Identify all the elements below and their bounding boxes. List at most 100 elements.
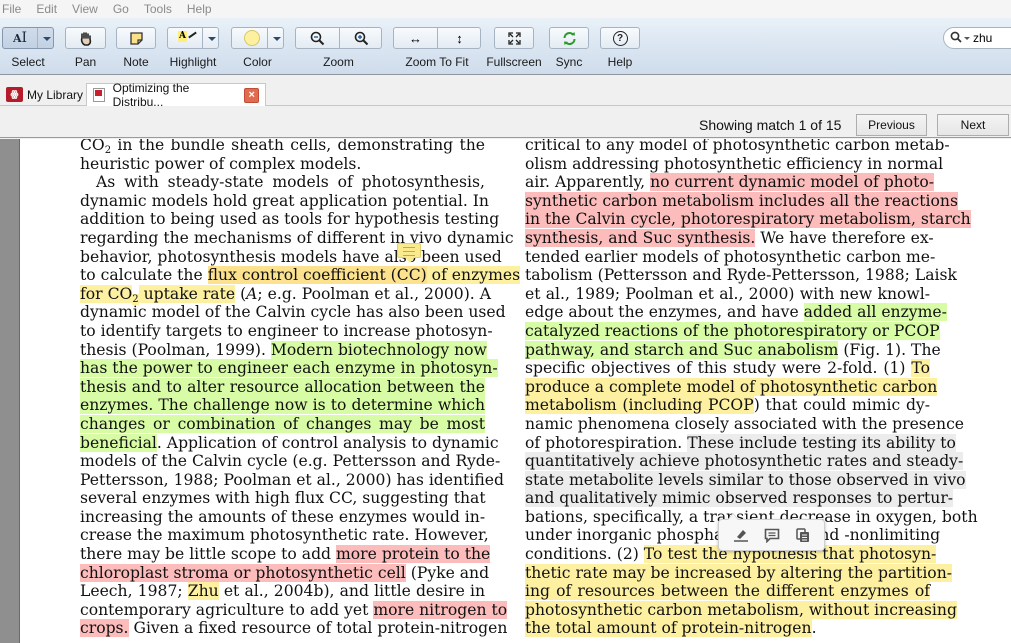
text-segment: contemporary agriculture to add yet xyxy=(80,600,374,619)
text-segment: conditions. (2) xyxy=(525,545,644,564)
text-line: thesis (Poolman, 1999). Modern biotechno… xyxy=(80,340,487,360)
select-tool-button[interactable]: AI xyxy=(2,27,54,49)
highlighted-text[interactable]: changes or combination of changes may be… xyxy=(80,414,485,433)
highlight-icon xyxy=(733,530,748,542)
highlighted-text[interactable]: Modern biotechnology now xyxy=(270,340,487,359)
menu-tools[interactable]: Tools xyxy=(144,2,172,16)
text-line: catalyzed reactions of the photorespirat… xyxy=(525,321,940,341)
fullscreen-button[interactable] xyxy=(494,27,534,49)
color-dropdown-icon[interactable] xyxy=(273,37,281,41)
highlighted-text[interactable]: chloroplast stroma or photosynthetic cel… xyxy=(80,563,406,582)
highlighted-text[interactable]: These include testing its ability to xyxy=(687,433,956,452)
text-segment: (Fig. 1). The xyxy=(838,340,941,359)
highlight-tool-button[interactable]: A xyxy=(167,27,219,49)
text-line: synthetic carbon metabolism includes all… xyxy=(525,191,958,211)
highlighted-text[interactable]: and qualitatively mimic observed respons… xyxy=(525,489,954,508)
highlighted-text[interactable]: for CO xyxy=(80,284,133,303)
highlighted-text[interactable]: To xyxy=(911,359,930,378)
highlighted-text[interactable]: synthetic carbon metabolism includes all… xyxy=(525,191,958,210)
text-line: heuristic power of complex models. xyxy=(80,155,485,174)
highlighted-text[interactable]: more nitrogen to xyxy=(373,600,508,619)
zoom-out-button[interactable] xyxy=(296,28,339,48)
highlighted-text[interactable]: uptake rate xyxy=(138,284,236,303)
text-segment: of photorespiration. xyxy=(525,433,688,452)
color-tool-button[interactable] xyxy=(231,27,284,49)
highlighter-icon: A xyxy=(178,31,187,42)
highlighted-text[interactable]: of enzymes xyxy=(426,266,521,285)
text-line: edge about the enzymes, and have added a… xyxy=(525,303,947,322)
text-segment: ; e.g. Poolman et al., 2000). A xyxy=(257,284,491,303)
text-line: produce a complete model of photosynthet… xyxy=(525,377,938,397)
menu-help[interactable]: Help xyxy=(187,2,212,16)
sticky-note-annotation-icon[interactable] xyxy=(397,243,421,263)
menu-view[interactable]: View xyxy=(72,2,98,16)
search-input[interactable] xyxy=(973,31,1011,45)
page-gutter xyxy=(0,139,20,643)
tab-bar: ꙮ My Library Optimizing the Distribu... … xyxy=(0,76,1011,109)
search-box[interactable] xyxy=(943,27,1011,49)
search-options-dropdown-icon[interactable] xyxy=(964,36,970,40)
text-line: Leech, 1987; Zhu et al., 2004b), and lit… xyxy=(80,582,485,601)
text-segment: Leech, 1987; xyxy=(80,582,188,601)
highlighted-text[interactable]: thesis and to alter resource allocation … xyxy=(80,377,485,396)
highlighted-text[interactable]: the total amount of protein-nitrogen xyxy=(525,619,812,638)
fit-width-button[interactable]: ↔ xyxy=(394,28,437,48)
text-line: enzymes. The challenge now is to determi… xyxy=(80,396,485,415)
zoom-in-button[interactable] xyxy=(340,28,383,48)
menu-edit[interactable]: Edit xyxy=(36,2,57,16)
tab-document[interactable]: Optimizing the Distribu... × xyxy=(86,81,266,109)
text-line: in the Calvin cycle, photorespiratory me… xyxy=(525,210,971,229)
close-tab-icon[interactable]: × xyxy=(244,87,259,103)
highlighted-text[interactable]: pathway, and starch and Suc anabolism xyxy=(525,340,839,359)
menu-go[interactable]: Go xyxy=(113,2,129,16)
text-segment: regarding the mechanisms of different in… xyxy=(80,228,514,247)
previous-match-button[interactable]: Previous xyxy=(856,114,927,136)
highlighted-text[interactable]: has the power to engineer each enzyme in… xyxy=(80,359,498,378)
help-button[interactable]: ? xyxy=(600,27,640,49)
note-label: Note xyxy=(123,55,149,69)
help-label: Help xyxy=(607,55,633,69)
highlighted-text[interactable]: thetic rate may be increased by altering… xyxy=(525,563,953,582)
copy-selection-button[interactable] xyxy=(793,526,813,544)
text-line: regarding the mechanisms of different in… xyxy=(80,229,514,248)
highlighted-text[interactable]: quantitatively achieve photosynthetic ra… xyxy=(525,452,964,471)
fullscreen-icon xyxy=(507,31,521,45)
select-dropdown-icon[interactable] xyxy=(43,37,51,41)
text-segment: CO xyxy=(80,139,105,154)
highlighted-text[interactable]: metabolism (including PCOP xyxy=(525,396,754,415)
text-segment: et al., 1989; Poolman et al., 2000) with… xyxy=(525,284,930,303)
highlighted-text[interactable]: catalyzed reactions of the photorespirat… xyxy=(525,321,940,340)
text-segment: several enzymes with high flux CC, sugge… xyxy=(80,489,486,508)
highlighted-text[interactable]: added all enzyme- xyxy=(803,303,947,322)
highlighted-text[interactable]: state metabolite levels similar to those… xyxy=(525,470,966,489)
highlighted-text[interactable]: in the Calvin cycle, photorespiratory me… xyxy=(525,210,971,229)
text-segment: air. Apparently, xyxy=(525,173,651,192)
highlighted-text[interactable]: flux control coefficient (CC) xyxy=(207,266,427,285)
comment-selection-button[interactable] xyxy=(762,526,782,544)
highlighted-text[interactable]: photosynthetic carbon metabolism, withou… xyxy=(525,600,957,619)
highlight-dropdown-icon[interactable] xyxy=(208,37,216,41)
text-line: changes or combination of changes may be… xyxy=(80,414,485,434)
sync-button[interactable] xyxy=(549,27,589,49)
text-segment: . xyxy=(811,619,817,638)
highlighted-text[interactable]: produce a complete model of photosynthet… xyxy=(525,377,938,396)
pdf-viewer[interactable]: CO2 in the bundle sheath cells, demonstr… xyxy=(0,139,1011,643)
highlighted-text[interactable]: no current dynamic model of photo- xyxy=(650,173,935,192)
fit-height-button[interactable]: ↕ xyxy=(438,28,481,48)
text-line: olism addressing photosynthetic efficien… xyxy=(525,155,943,174)
highlighted-text[interactable]: beneficial xyxy=(80,433,157,452)
note-tool-button[interactable] xyxy=(116,27,156,49)
highlighted-text[interactable]: ing of resources between the different e… xyxy=(525,582,930,601)
next-match-button[interactable]: Next xyxy=(937,114,1009,136)
highlighted-text[interactable]: synthesis, and Suc synthesis. xyxy=(525,228,756,247)
text-segment: heuristic power of complex models. xyxy=(80,154,362,173)
highlighted-text[interactable]: Zhu xyxy=(187,582,219,601)
highlight-selection-button[interactable] xyxy=(731,526,751,544)
menu-file[interactable]: File xyxy=(2,2,21,16)
tab-my-library[interactable]: ꙮ My Library xyxy=(0,83,89,106)
text-line: photosynthetic carbon metabolism, withou… xyxy=(525,600,957,620)
pan-tool-button[interactable] xyxy=(65,27,106,49)
highlighted-text[interactable]: more protein to the xyxy=(336,545,491,564)
highlighted-text[interactable]: enzymes. The challenge now is to determi… xyxy=(80,396,485,415)
highlighted-text[interactable]: crops. xyxy=(80,619,129,638)
